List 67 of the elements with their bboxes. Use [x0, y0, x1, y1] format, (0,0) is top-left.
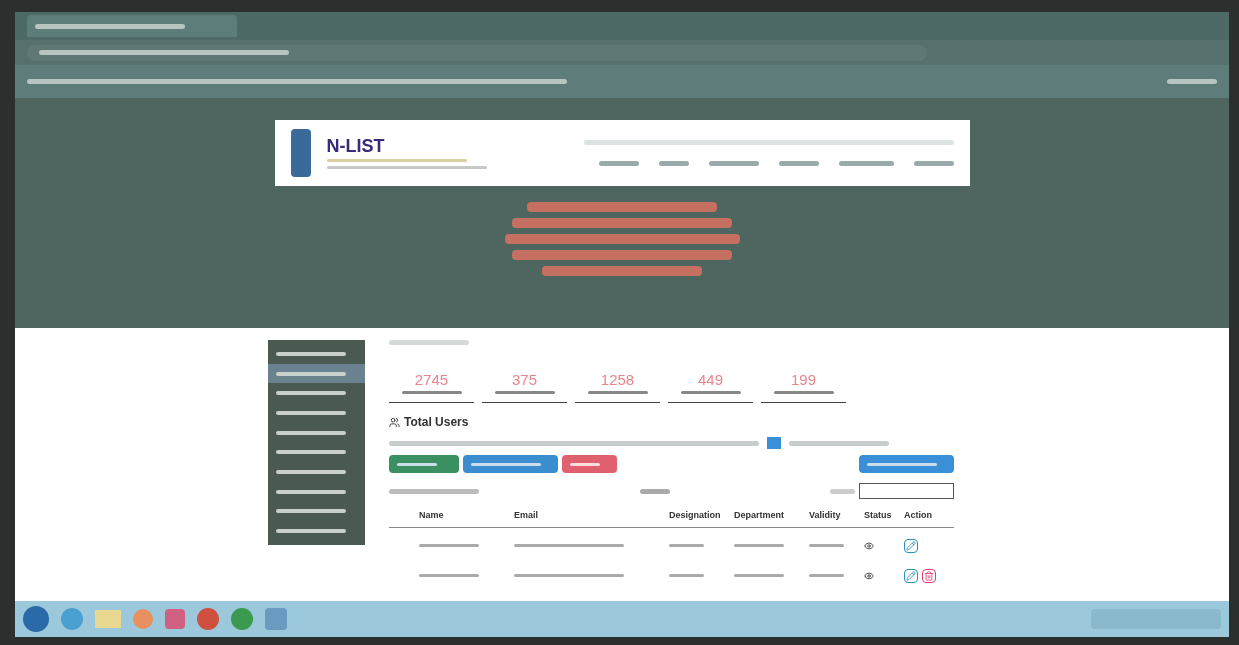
blurred-text [419, 574, 479, 577]
blurred-text [669, 544, 704, 547]
blurred-text [913, 161, 954, 166]
url-field[interactable] [27, 44, 927, 61]
blurred-text [494, 390, 555, 394]
blurred-text [276, 371, 346, 376]
stat-number: 2745 [414, 371, 449, 387]
blurred-text [276, 391, 346, 396]
blurred-text [570, 462, 600, 466]
blurred-text [276, 509, 346, 514]
blurred-text [809, 574, 844, 577]
blurred-text [773, 390, 834, 394]
blurred-text [680, 390, 741, 394]
blurred-text [708, 161, 759, 166]
blurred-text [276, 529, 346, 534]
start-orb-icon[interactable] [23, 606, 49, 632]
blurred-text [276, 470, 346, 475]
blurred-text [276, 351, 346, 356]
delete-icon[interactable] [922, 568, 936, 583]
blurred-text [401, 390, 462, 394]
add-user-button[interactable] [859, 455, 954, 473]
blurred-text [658, 161, 689, 166]
blurred-text [867, 462, 937, 466]
blurred-text [598, 161, 639, 166]
sidebar-item[interactable] [268, 363, 365, 384]
blurred-text [471, 462, 541, 466]
column-header: Department [734, 509, 785, 522]
browser-tab[interactable] [27, 15, 237, 37]
blurred-text [778, 161, 819, 166]
blurred-text [419, 544, 479, 547]
blurred-text [587, 390, 648, 394]
blurred-text [734, 574, 784, 577]
eye-icon [864, 540, 874, 551]
blurred-text [838, 161, 894, 166]
blurred-text [809, 544, 844, 547]
stat-number: 1258 [600, 371, 635, 387]
stat-number: 375 [512, 371, 537, 387]
column-header: Status [864, 509, 893, 522]
blurred-text [397, 462, 437, 466]
blurred-text [1167, 79, 1217, 84]
action-button[interactable] [463, 455, 558, 473]
blurred-text [276, 410, 346, 415]
blurred-text [639, 488, 670, 494]
blurred-text [669, 574, 704, 577]
column-header: Email [514, 509, 539, 522]
site-logo-text: N-LIST [326, 137, 386, 155]
users-icon [389, 416, 400, 428]
app-icon[interactable] [165, 609, 185, 629]
action-button[interactable] [562, 455, 617, 473]
library-logo-icon [290, 129, 311, 177]
section-title: Total Users [404, 414, 469, 431]
action-button[interactable] [389, 455, 459, 473]
blurred-text [830, 488, 855, 494]
stat-number: 449 [698, 371, 723, 387]
column-header: Name [419, 509, 445, 522]
blurred-text [276, 489, 346, 494]
eye-icon [864, 570, 874, 581]
blurred-text [276, 430, 346, 435]
search-field[interactable] [859, 483, 954, 499]
edit-icon[interactable] [904, 538, 918, 553]
blurred-text [734, 544, 784, 547]
column-header: Action [904, 509, 933, 522]
column-header: Designation [669, 509, 722, 522]
edit-icon[interactable] [904, 568, 918, 583]
blurred-text [276, 450, 346, 455]
column-header: Validity [809, 509, 842, 522]
stat-number: 199 [791, 371, 816, 387]
